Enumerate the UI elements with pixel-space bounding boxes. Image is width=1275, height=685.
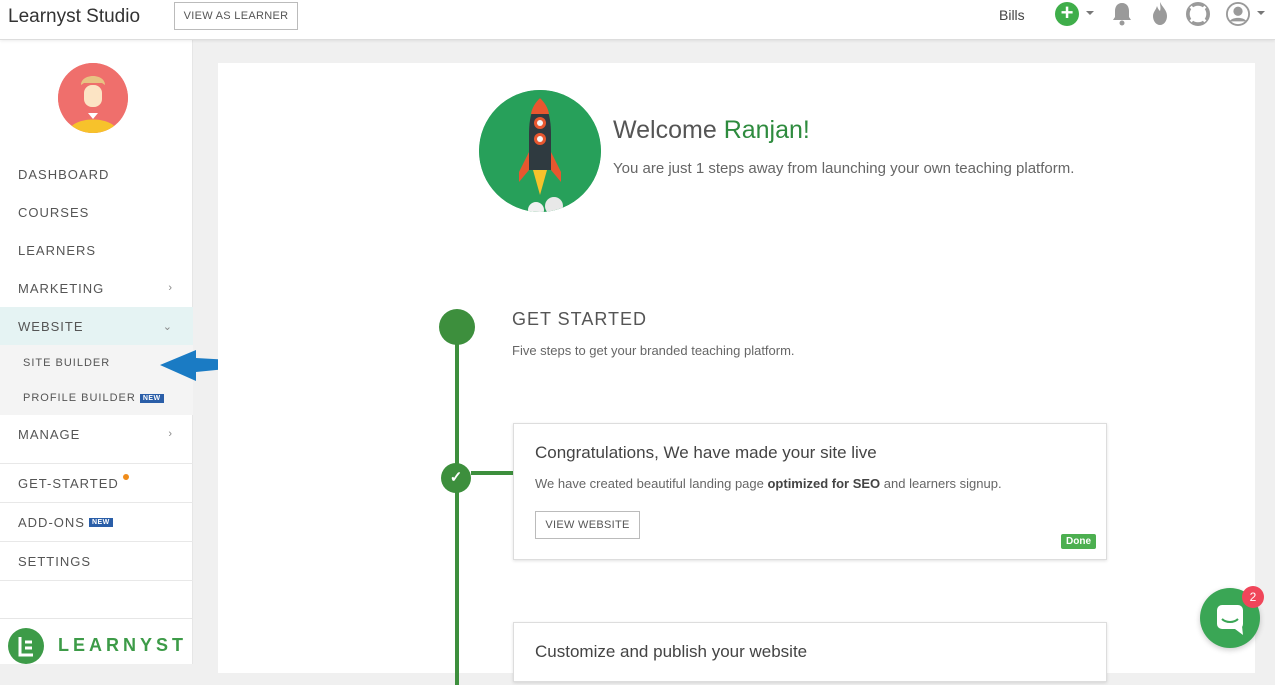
timeline-line (455, 325, 459, 685)
rocket-icon (479, 90, 601, 212)
chevron-down-icon: ⌄ (162, 320, 173, 333)
sidebar-item-label: WEBSITE (18, 318, 84, 334)
sidebar-item-manage[interactable]: MANAGE › (0, 424, 193, 444)
bills-link[interactable]: Bills (999, 7, 1025, 23)
sidebar-item-label: SETTINGS (18, 553, 92, 569)
divider (0, 502, 193, 503)
sidebar-item-learners[interactable]: LEARNERS (0, 240, 193, 260)
step-card-customize[interactable]: Customize and publish your website (513, 622, 1107, 682)
get-started-subtitle: Five steps to get your branded teaching … (512, 343, 795, 358)
sidebar-item-profile-builder[interactable]: PROFILE BUILDER NEW (0, 388, 193, 408)
top-bar: Learnyst Studio VIEW AS LEARNER Bills + (0, 0, 1275, 40)
flame-icon[interactable] (1148, 1, 1172, 27)
step-desc-text: We have created beautiful landing page (535, 476, 768, 491)
sidebar-item-dashboard[interactable]: DASHBOARD (0, 164, 193, 184)
view-website-button[interactable]: VIEW WEBSITE (535, 511, 640, 539)
sidebar-item-label: GET-STARTED (18, 475, 119, 491)
chevron-right-icon: › (168, 282, 173, 294)
bell-icon[interactable] (1110, 1, 1134, 27)
sidebar-item-label: ADD-ONS (18, 514, 85, 530)
view-as-learner-button[interactable]: VIEW AS LEARNER (174, 2, 298, 30)
divider (0, 580, 193, 581)
sidebar-item-website[interactable]: WEBSITE ⌄ (0, 307, 193, 345)
new-badge: NEW (139, 393, 164, 403)
chevron-right-icon: › (168, 428, 173, 440)
sidebar-item-label: PROFILE BUILDER (23, 392, 136, 404)
status-badge: Done (1061, 534, 1096, 549)
learnyst-logo-icon (8, 628, 44, 664)
divider (0, 463, 193, 464)
sidebar-item-label: MARKETING (18, 280, 105, 296)
chat-badge: 2 (1242, 586, 1264, 608)
sidebar-item-label: LEARNERS (18, 242, 97, 258)
notification-dot-icon (122, 474, 129, 480)
welcome-subtitle: You are just 1 steps away from launching… (613, 160, 1075, 177)
timeline-connector (471, 471, 513, 475)
timeline-start-dot (439, 309, 475, 345)
sidebar-item-add-ons[interactable]: ADD-ONS NEW (0, 512, 193, 532)
step-desc-text: and learners signup. (880, 476, 1002, 491)
step-title: Customize and publish your website (535, 642, 808, 661)
sidebar-item-label: MANAGE (18, 426, 81, 442)
avatar[interactable] (58, 63, 128, 133)
chevron-down-icon[interactable] (1257, 11, 1265, 15)
user-avatar-icon (58, 63, 128, 133)
plus-icon[interactable]: + (1055, 2, 1079, 26)
user-icon[interactable] (1226, 1, 1250, 27)
sidebar-item-courses[interactable]: COURSES (0, 202, 193, 222)
step-card-site-live: Congratulations, We have made your site … (513, 423, 1107, 560)
sidebar-item-settings[interactable]: SETTINGS (0, 551, 193, 571)
check-icon: ✓ (441, 463, 471, 493)
sidebar-item-marketing[interactable]: MARKETING › (0, 278, 193, 298)
divider (0, 541, 193, 542)
sidebar-item-label: DASHBOARD (18, 166, 110, 182)
step-description: We have created beautiful landing page o… (535, 476, 1002, 491)
welcome-heading: Welcome Ranjan! (613, 116, 810, 145)
new-badge: NEW (88, 517, 113, 527)
chevron-down-icon[interactable] (1086, 11, 1094, 15)
get-started-title: GET STARTED (512, 309, 648, 329)
step-title: Congratulations, We have made your site … (535, 443, 877, 462)
sidebar-item-get-started[interactable]: GET-STARTED (0, 473, 193, 493)
sidebar-item-label: COURSES (18, 204, 90, 220)
welcome-name: Ranjan! (723, 116, 810, 144)
main-panel: Welcome Ranjan! You are just 1 steps awa… (218, 63, 1255, 685)
learnyst-logo-text: LEARNYST (58, 635, 188, 655)
footer-logo: LEARNYST (0, 618, 193, 664)
welcome-prefix: Welcome (613, 116, 724, 144)
sidebar-item-label: SITE BUILDER (23, 357, 111, 369)
brand-title: Learnyst Studio (8, 6, 141, 27)
lifebuoy-icon[interactable] (1186, 1, 1210, 27)
step-desc-bold: optimized for SEO (767, 476, 881, 491)
